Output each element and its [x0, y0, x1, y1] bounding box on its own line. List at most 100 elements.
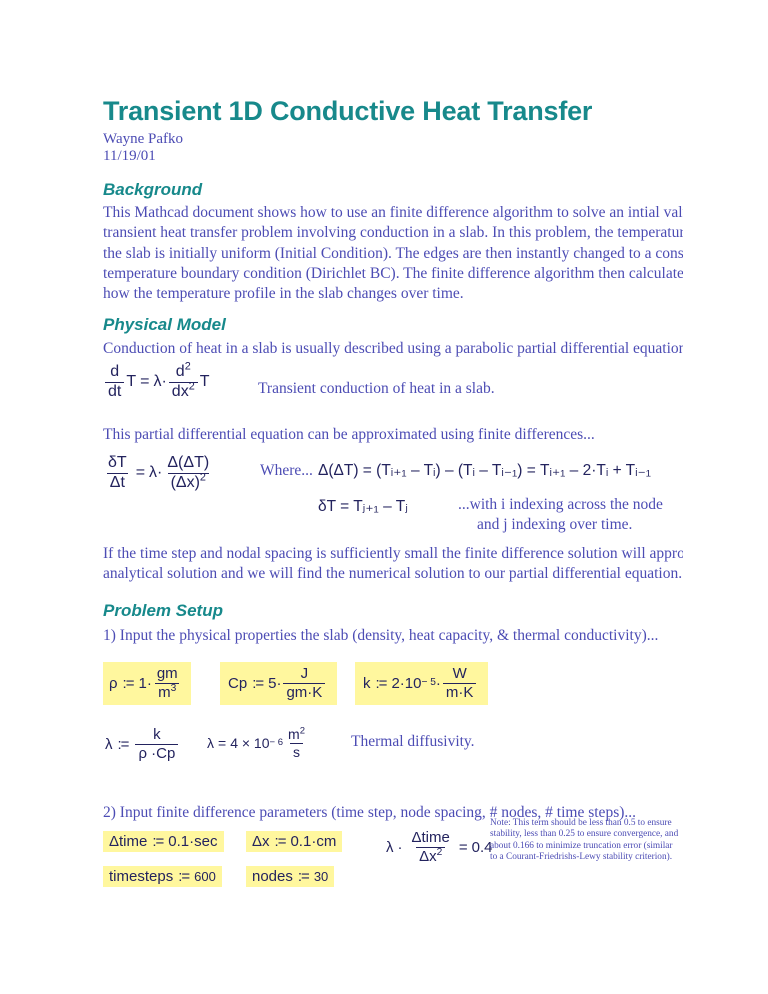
fd-closing-line-1: If the time step and nodal spacing is su… — [103, 545, 683, 562]
definition-cp[interactable]: Cp := 5 · J gm·K — [220, 662, 338, 705]
physical-model-intro: Conduction of heat in a slab is usually … — [103, 339, 683, 359]
k-unit-denominator: m·K — [442, 682, 477, 701]
fd-rhs-fraction: Δ(ΔT) (Δx)2 — [164, 454, 212, 492]
definition-rho[interactable]: ρ := 1 · gm m3 — [103, 662, 191, 705]
pde-rhs-denominator: dx2 — [168, 381, 198, 401]
lambda-result-value: 4 × 10 — [230, 735, 270, 752]
definition-delta-x[interactable]: Δx := 0.1 · cm — [246, 831, 343, 852]
document-page: Transient 1D Conductive Heat Transfer Wa… — [0, 0, 683, 994]
fd-lhs-fraction: δT Δt — [105, 454, 130, 492]
step-1-line: 1) Input the physical properties the sla… — [103, 627, 659, 644]
rho-dot: · — [146, 674, 152, 692]
k-coefficient: 2 — [391, 674, 400, 692]
pde-rhs-numerator: d2 — [175, 360, 191, 380]
section-heading-physical-model: Physical Model — [103, 315, 226, 334]
index-note-line-1: ...with i indexing across the node — [458, 496, 663, 513]
background-line-1: This Mathcad document shows how to use a… — [103, 204, 683, 221]
lambda-result-equals: = — [218, 735, 227, 752]
cp-unit-numerator: J — [300, 665, 309, 682]
definition-timesteps[interactable]: timesteps := 600 — [103, 866, 222, 887]
definition-lambda[interactable]: λ := k ρ ·Cp — [105, 727, 180, 762]
expression-stability-number: λ · Δtime Δx2 = 0.4 — [386, 830, 492, 865]
fd-lhs-denominator: Δt — [106, 472, 128, 492]
fd-closing-line-2: analytical solution and we will find the… — [103, 565, 683, 583]
equation-pde: d dt T = λ · d2 dx2 T — [103, 360, 210, 401]
nodes-assign: := — [297, 868, 310, 885]
rho-coefficient: 1 — [138, 674, 147, 692]
rho-assign: := — [122, 674, 135, 692]
document-date: 11/19/01 — [103, 148, 156, 164]
delta-time-symbol: Δtime — [109, 833, 148, 850]
pde-dot: · — [161, 373, 167, 391]
delta-x-value: 0.1 — [290, 833, 312, 850]
stability-equals: = — [458, 838, 468, 856]
definition-nodes[interactable]: nodes := 30 — [246, 866, 335, 887]
background-line-2: transient heat transfer problem involvin… — [103, 224, 683, 242]
stability-dot: · — [397, 838, 403, 856]
definition-k[interactable]: k := 2 · 10 − 5 · W m·K — [355, 662, 489, 705]
background-paragraph: This Mathcad document shows how to use a… — [103, 203, 683, 304]
delta-time-unit: sec — [194, 833, 218, 850]
lambda-result-unit-numerator: m2 — [288, 725, 305, 742]
pde-lhs-variable: T — [126, 373, 137, 391]
equation-finite-difference: δT Δt = λ · Δ(ΔT) (Δx)2 — [103, 454, 214, 492]
stability-numerator: Δtime — [411, 829, 450, 846]
where-label: Where... — [260, 462, 313, 479]
rho-symbol: ρ — [109, 674, 118, 692]
fd-closing-paragraph: If the time step and nodal spacing is su… — [103, 544, 683, 585]
stability-denominator: Δx2 — [416, 846, 446, 865]
page-title: Transient 1D Conductive Heat Transfer — [103, 96, 593, 126]
lambda-result-symbol: λ — [207, 735, 214, 752]
stability-fraction: Δtime Δx2 — [409, 830, 453, 865]
lambda-fraction: k ρ ·Cp — [135, 727, 179, 762]
nodes-value: 30 — [313, 869, 329, 884]
lambda-symbol: λ — [105, 735, 113, 753]
k-assign: := — [375, 674, 388, 692]
cp-dot: · — [276, 674, 282, 692]
lambda-result-unit-fraction: m2 s — [285, 725, 308, 759]
where-equation-deltat: δT = Tⱼ₊₁ – Tⱼ — [318, 498, 408, 515]
where-equation-delta: Δ(ΔT) = (Tᵢ₊₁ – Tᵢ) – (Tᵢ – Tᵢ₋₁) = Tᵢ₊₁… — [318, 462, 651, 479]
cp-assign: := — [252, 674, 264, 692]
fd-dot: · — [157, 464, 163, 482]
k-unit-fraction: W m·K — [442, 665, 477, 701]
nodes-symbol: nodes — [252, 868, 293, 885]
background-line-3: the slab is initially uniform (Initial C… — [103, 244, 683, 262]
pde-rhs-variable: T — [199, 373, 210, 391]
lambda-denominator: ρ ·Cp — [135, 743, 179, 762]
fd-lambda: λ — [149, 464, 158, 482]
k-unit-numerator: W — [452, 665, 467, 682]
delta-time-assign: := — [152, 833, 164, 850]
k-power-base: 10 — [404, 674, 422, 692]
pde-lambda: λ — [153, 373, 162, 391]
pde-lhs-numerator: d — [110, 363, 120, 380]
fd-equals: = — [135, 464, 146, 482]
author-name: Wayne Pafko — [103, 131, 184, 147]
pde-lhs-fraction: d dt — [105, 363, 125, 401]
fd-intro-line: This partial differential equation can b… — [103, 426, 595, 443]
k-symbol: k — [363, 674, 371, 692]
cp-symbol: Cp — [228, 674, 248, 692]
fd-rhs-denominator: (Δx)2 — [167, 472, 209, 492]
rho-unit-fraction: gm m3 — [154, 666, 181, 701]
pde-caption: Transient conduction of heat in a slab. — [258, 380, 495, 397]
timesteps-symbol: timesteps — [109, 868, 174, 885]
lambda-caption: Thermal diffusivity. — [351, 733, 475, 750]
fd-rhs-numerator: Δ(ΔT) — [167, 454, 210, 471]
physical-model-intro-line: Conduction of heat in a slab is usually … — [103, 340, 683, 357]
cp-unit-fraction: J gm·K — [283, 665, 326, 701]
pde-equals: = — [140, 373, 150, 391]
background-line-5: how the temperature profile in the slab … — [103, 285, 464, 303]
rho-unit-numerator: gm — [156, 665, 178, 682]
background-line-4: temperature boundary condition (Dirichle… — [103, 264, 683, 282]
stability-lambda: λ — [386, 838, 394, 856]
timesteps-assign: := — [178, 868, 190, 885]
definition-delta-time[interactable]: Δtime := 0.1 · sec — [103, 831, 224, 852]
cp-coefficient: 5 — [268, 674, 277, 692]
delta-x-unit: cm — [316, 833, 337, 850]
fd-intro: This partial differential equation can b… — [103, 425, 595, 445]
delta-time-value: 0.1 — [168, 833, 190, 850]
pde-lhs-denominator: dt — [105, 381, 125, 401]
index-note-line-2: and j indexing over time. — [477, 516, 633, 533]
timesteps-value: 600 — [194, 869, 216, 884]
